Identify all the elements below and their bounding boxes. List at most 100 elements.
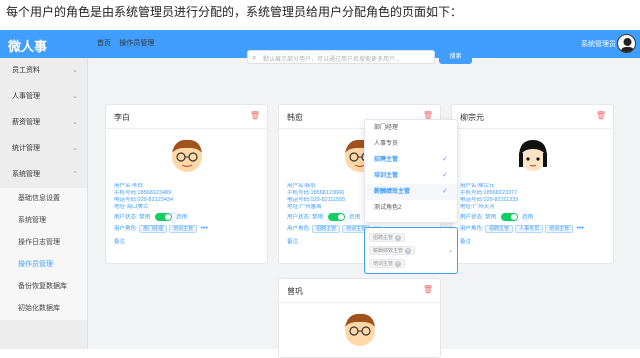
selected-role-tag: 招聘主管 × bbox=[369, 233, 406, 242]
sidebar-item-personnel[interactable]: 人事管理 ⌄ bbox=[0, 84, 87, 110]
status-enabled-label: 启用 bbox=[176, 214, 188, 221]
delete-icon[interactable]: 🗑 bbox=[250, 111, 260, 120]
breadcrumb-home[interactable]: 首页 bbox=[97, 40, 111, 47]
breadcrumb: 首页 › 操作员管理 bbox=[97, 38, 154, 48]
chevron-down-icon: ⌄ bbox=[72, 145, 78, 152]
sidebar-item-label: 统计管理 bbox=[12, 145, 40, 152]
role-option-label: 测试角色2 bbox=[374, 205, 402, 211]
search-input[interactable]: ⌕ 默认展示部分用户，可以通过用户名搜索更多用户... bbox=[247, 50, 435, 64]
selected-role-label: 薪酬绩效主管 bbox=[373, 248, 404, 254]
status-toggle[interactable] bbox=[500, 213, 518, 221]
sidebar-item-label: 人事管理 bbox=[12, 93, 40, 100]
role-option[interactable]: 部门经理 bbox=[365, 120, 457, 136]
submenu-item-backup[interactable]: 备份恢复数据库 bbox=[0, 276, 87, 298]
status-disabled-label: 禁用 bbox=[139, 214, 151, 221]
role-tag: 部门经理 bbox=[139, 224, 168, 233]
delete-icon[interactable]: 🗑 bbox=[596, 111, 606, 120]
role-option-label: 培训主管 bbox=[374, 173, 399, 179]
avatar[interactable] bbox=[617, 34, 636, 53]
status-enabled-label: 启用 bbox=[522, 214, 534, 221]
user-card-name: 韩愈 bbox=[287, 113, 303, 122]
role-multiselect[interactable]: 招聘主管 × 薪酬绩效主管 × 培训主管 × ⌄ bbox=[364, 227, 458, 274]
close-icon[interactable]: × bbox=[395, 261, 402, 267]
check-icon: ✓ bbox=[442, 172, 448, 179]
check-icon: ✓ bbox=[442, 188, 448, 195]
divider bbox=[279, 302, 440, 303]
cartoon-avatar-icon bbox=[171, 139, 202, 172]
search-button-label: 搜索 bbox=[449, 54, 462, 60]
page-caption: 每个用户的角色是由系统管理员进行分配的，系统管理员给用户分配角色的页面如下： bbox=[6, 5, 463, 19]
sidebar-item-label: 系统管理 bbox=[12, 171, 40, 178]
chevron-down-icon: ⌄ bbox=[72, 67, 78, 74]
close-icon[interactable]: × bbox=[405, 248, 412, 254]
chevron-down-icon: ⌄ bbox=[72, 93, 78, 100]
user-roles-label: 用户角色: bbox=[460, 226, 484, 232]
status-disabled-label: 禁用 bbox=[312, 214, 324, 221]
user-status-row: 用户状态: 禁用 启用 bbox=[114, 213, 261, 222]
user-card: 曾巩 🗑 bbox=[278, 278, 441, 358]
close-icon[interactable]: × bbox=[395, 235, 402, 241]
divider bbox=[452, 128, 613, 129]
chevron-down-icon[interactable]: ⌄ bbox=[448, 247, 453, 254]
role-option[interactable]: 培训主管 ✓ bbox=[365, 168, 457, 184]
role-option-label: 人事专员 bbox=[374, 141, 399, 147]
role-tag: 招聘主管 bbox=[312, 224, 341, 233]
user-phone: 手机号码:18568123489 bbox=[114, 190, 172, 196]
user-card-name: 李白 bbox=[114, 113, 130, 122]
role-tag: 人事专员 bbox=[515, 224, 544, 233]
sidebar: 员工资料 ⌄ 人事管理 ⌄ 薪资管理 ⌄ 统计管理 ⌄ 系统管理 ⌃ 基础信息设… bbox=[0, 58, 88, 349]
submenu-item-init[interactable]: 初始化数据库 bbox=[0, 298, 87, 320]
status-toggle[interactable] bbox=[327, 213, 345, 221]
search-button[interactable]: 搜索 bbox=[439, 50, 472, 64]
user-status-label: 用户状态: bbox=[460, 214, 484, 221]
submenu-item-system[interactable]: 系统管理 bbox=[0, 210, 87, 232]
sidebar-item-label: 员工资料 bbox=[12, 67, 40, 74]
chevron-down-icon: ⌄ bbox=[72, 119, 78, 126]
user-roles-label: 用户角色: bbox=[287, 226, 311, 232]
status-toggle[interactable] bbox=[154, 213, 172, 221]
more-roles-button[interactable]: ••• bbox=[577, 225, 584, 232]
role-dropdown: 部门经理 人事专员 招聘主管 ✓ 培训主管 ✓ 薪酬绩效主管 ✓ 测试角色2 bbox=[364, 119, 458, 223]
more-roles-button[interactable]: ••• bbox=[201, 225, 208, 232]
user-card-name: 曾巩 bbox=[287, 287, 303, 296]
delete-icon[interactable]: 🗑 bbox=[423, 285, 433, 294]
user-username: 用户名:柳宗元 bbox=[460, 183, 495, 189]
selected-role-label: 培训主管 bbox=[373, 261, 394, 267]
role-option[interactable]: 测试角色2 bbox=[365, 200, 457, 216]
sidebar-item-salary[interactable]: 薪资管理 ⌄ bbox=[0, 110, 87, 136]
role-option[interactable]: 招聘主管 ✓ bbox=[365, 152, 457, 168]
check-icon: ✓ bbox=[442, 156, 448, 163]
user-username: 用户名:李白 bbox=[114, 183, 144, 189]
user-remark: 备注 bbox=[460, 239, 472, 245]
user-status-row: 用户状态: 禁用 启用 bbox=[460, 213, 607, 222]
selected-role-label: 招聘主管 bbox=[373, 235, 394, 241]
sidebar-item-employee[interactable]: 员工资料 ⌄ bbox=[0, 58, 87, 84]
user-name[interactable]: 系统管理员 bbox=[581, 39, 616, 49]
search-placeholder: 默认展示部分用户，可以通过用户名搜索更多用户... bbox=[263, 57, 401, 63]
submenu-item-operator[interactable]: 操作员管理 bbox=[0, 254, 87, 276]
breadcrumb-current: 操作员管理 bbox=[119, 40, 155, 47]
submenu-item-log[interactable]: 操作日志管理 bbox=[0, 232, 87, 254]
user-address: 地址:海口美兰 bbox=[114, 204, 149, 210]
role-tag: 培训主管 bbox=[545, 224, 574, 233]
user-roles-row: 用户角色: 部门经理 培训主管 ••• bbox=[114, 224, 261, 233]
role-option[interactable]: 薪酬绩效主管 ✓ bbox=[365, 184, 457, 200]
divider bbox=[106, 128, 267, 129]
user-remark: 备注 bbox=[114, 239, 126, 245]
user-avatar-icon bbox=[621, 38, 634, 52]
selected-role-tag: 薪酬绩效主管 × bbox=[369, 246, 416, 255]
role-tag: 招聘主管 bbox=[485, 224, 514, 233]
role-option-label: 薪酬绩效主管 bbox=[374, 189, 411, 195]
selected-role-tag: 培训主管 × bbox=[369, 259, 406, 268]
user-status-label: 用户状态: bbox=[114, 214, 138, 221]
user-card-name: 柳宗元 bbox=[460, 113, 484, 122]
chevron-up-icon: ⌃ bbox=[72, 171, 78, 178]
role-option[interactable]: 人事专员 bbox=[365, 136, 457, 152]
user-roles-row: 用户角色: 招聘主管 人事专员 培训主管 ••• bbox=[460, 224, 607, 233]
role-option-label: 部门经理 bbox=[374, 125, 399, 131]
status-enabled-label: 启用 bbox=[349, 214, 361, 221]
sidebar-item-system[interactable]: 系统管理 ⌃ bbox=[0, 162, 87, 188]
role-option-label: 招聘主管 bbox=[374, 157, 399, 163]
sidebar-item-statistics[interactable]: 统计管理 ⌄ bbox=[0, 136, 87, 162]
submenu-item-basic[interactable]: 基础信息设置 bbox=[0, 188, 87, 210]
